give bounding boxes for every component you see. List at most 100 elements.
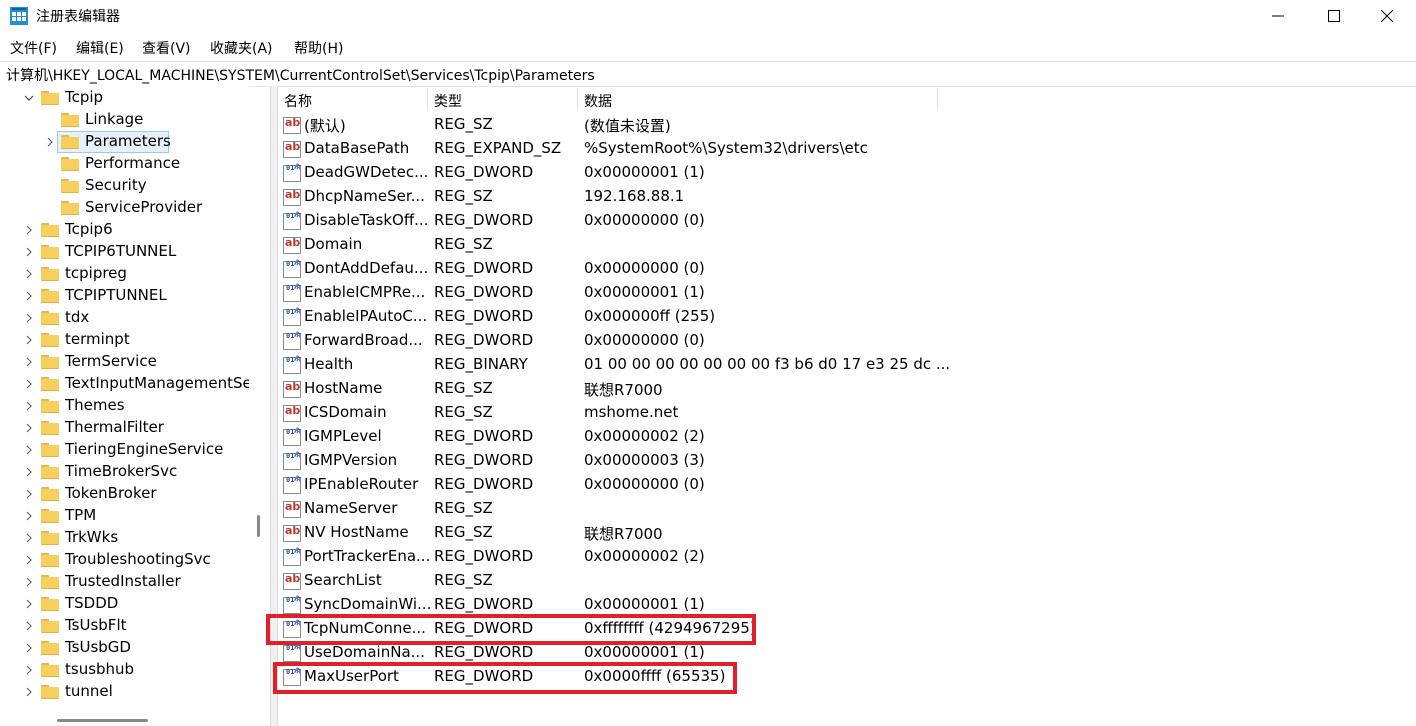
chevron-right-icon[interactable] — [24, 373, 34, 395]
menu-help[interactable]: 帮助(H) — [294, 38, 343, 58]
value-row[interactable]: (默认) REG_SZ (数值未设置) — [277, 113, 1416, 137]
value-row[interactable]: EnableIPAutoC... REG_DWORD 0x000000ff (255… — [277, 305, 1416, 329]
tree-item[interactable]: TermService — [0, 351, 249, 373]
chevron-right-icon[interactable] — [24, 549, 34, 571]
chevron-right-icon[interactable] — [24, 439, 34, 461]
chevron-right-icon[interactable] — [24, 483, 34, 505]
tree-item[interactable]: Parameters — [0, 131, 249, 153]
chevron-right-icon[interactable] — [24, 263, 34, 285]
value-row[interactable]: DeadGWDetec... REG_DWORD 0x00000001 (1) — [277, 161, 1416, 185]
tree-item[interactable]: Themes — [0, 395, 249, 417]
minimize-button[interactable] — [1249, 0, 1307, 32]
tree-item[interactable]: tdx — [0, 307, 249, 329]
value-row[interactable]: SearchList REG_SZ — [277, 569, 1416, 593]
column-divider[interactable] — [937, 88, 938, 110]
value-row[interactable]: HostName REG_SZ 联想R7000 — [277, 377, 1416, 401]
folder-icon — [61, 179, 79, 193]
chevron-right-icon[interactable] — [24, 241, 34, 263]
value-row[interactable]: DisableTaskOff... REG_DWORD 0x00000000 (0) — [277, 209, 1416, 233]
value-type: REG_EXPAND_SZ — [434, 139, 562, 157]
tree-item[interactable]: TsUsbGD — [0, 637, 249, 659]
chevron-right-icon[interactable] — [45, 131, 55, 153]
value-row[interactable]: NV HostName REG_SZ 联想R7000 — [277, 521, 1416, 545]
chevron-right-icon[interactable] — [24, 395, 34, 417]
tree-item[interactable]: tunnel — [0, 681, 249, 703]
value-row[interactable]: DontAddDefau... REG_DWORD 0x00000000 (0) — [277, 257, 1416, 281]
chevron-right-icon[interactable] — [24, 461, 34, 483]
value-data: 0x00000001 (1) — [584, 595, 705, 613]
tree-item[interactable]: TrkWks — [0, 527, 249, 549]
value-row[interactable]: DhcpNameSer... REG_SZ 192.168.88.1 — [277, 185, 1416, 209]
tree-item[interactable]: TokenBroker — [0, 483, 249, 505]
chevron-right-icon[interactable] — [24, 285, 34, 307]
menu-file[interactable]: 文件(F) — [10, 38, 57, 58]
value-row[interactable]: DataBasePath REG_EXPAND_SZ %SystemRoot%\Sy… — [277, 137, 1416, 161]
chevron-right-icon[interactable] — [24, 307, 34, 329]
chevron-right-icon[interactable] — [24, 659, 34, 681]
tree-item[interactable]: TextInputManagementSe — [0, 373, 249, 395]
chevron-right-icon[interactable] — [24, 351, 34, 373]
value-row[interactable]: PortTrackerEna...REG_DWORD 0x00000002 (2) — [277, 545, 1416, 569]
folder-icon — [41, 355, 59, 369]
maximize-button[interactable] — [1305, 0, 1363, 32]
tree-item[interactable]: TsUsbFlt — [0, 615, 249, 637]
tree-item[interactable]: TPM — [0, 505, 249, 527]
tree-item[interactable]: Tcpip — [0, 87, 249, 109]
tree-item[interactable]: TSDDD — [0, 593, 249, 615]
value-row[interactable]: IPEnableRouter REG_DWORD 0x00000000 (0) — [277, 473, 1416, 497]
tree-item[interactable]: TimeBrokerSvc — [0, 461, 249, 483]
tree-item[interactable]: TCPIPTUNNEL — [0, 285, 249, 307]
value-row[interactable]: NameServer REG_SZ — [277, 497, 1416, 521]
tree-item[interactable]: TrustedInstaller — [0, 571, 249, 593]
tree-item[interactable]: Performance — [0, 153, 249, 175]
chevron-right-icon[interactable] — [24, 593, 34, 615]
value-row[interactable]: Health REG_BINARY 01 00 00 00 00 00 00 00 … — [277, 353, 1416, 377]
tree-item[interactable]: terminpt — [0, 329, 249, 351]
tree-item-label: TCPIP6TUNNEL — [65, 242, 177, 260]
value-row[interactable]: EnableICMPRe... REG_DWORD 0x00000001 (1) — [277, 281, 1416, 305]
menu-favorites[interactable]: 收藏夹(A) — [210, 38, 273, 58]
value-row[interactable]: Domain REG_SZ — [277, 233, 1416, 257]
menu-edit[interactable]: 编辑(E) — [76, 38, 124, 58]
tree-item[interactable]: TCPIP6TUNNEL — [0, 241, 249, 263]
folder-icon — [41, 267, 59, 281]
value-data: 0x000000ff (255) — [584, 307, 716, 325]
chevron-right-icon[interactable] — [24, 417, 34, 439]
tree-item[interactable]: tcpipreg — [0, 263, 249, 285]
address-bar[interactable]: 计算机\HKEY_LOCAL_MACHINE\SYSTEM\CurrentCon… — [0, 61, 1416, 87]
close-button[interactable] — [1358, 0, 1416, 32]
tree-item[interactable]: Security — [0, 175, 249, 197]
key-tree[interactable]: Tcpip Linkage Parameters Performance Securit… — [0, 86, 249, 726]
tree-horizontal-scrollbar-thumb[interactable] — [57, 719, 148, 722]
chevron-right-icon[interactable] — [24, 219, 34, 241]
chevron-right-icon[interactable] — [24, 615, 34, 637]
tree-item[interactable]: ServiceProvider — [0, 197, 249, 219]
column-header-type[interactable]: 类型 — [427, 86, 577, 112]
value-row[interactable]: ForwardBroad... REG_DWORD 0x00000000 (0) — [277, 329, 1416, 353]
menu-view[interactable]: 查看(V) — [142, 38, 191, 58]
chevron-right-icon[interactable] — [24, 329, 34, 351]
value-name: ICSDomain — [304, 403, 387, 421]
column-header-name[interactable]: 名称 — [277, 86, 427, 112]
column-name-label: 名称 — [284, 94, 312, 110]
tree-item[interactable]: tsusbhub — [0, 659, 249, 681]
tree-item[interactable]: TroubleshootingSvc — [0, 549, 249, 571]
value-row[interactable]: ICSDomain REG_SZ mshome.net — [277, 401, 1416, 425]
tree-scrollbar-thumb[interactable] — [257, 515, 260, 537]
value-name: EnableICMPRe... — [304, 283, 426, 301]
chevron-right-icon[interactable] — [24, 571, 34, 593]
chevron-right-icon[interactable] — [24, 505, 34, 527]
tree-item[interactable]: Tcpip6 — [0, 219, 249, 241]
value-row[interactable]: IGMPVersion REG_DWORD 0x00000003 (3) — [277, 449, 1416, 473]
chevron-right-icon[interactable] — [24, 527, 34, 549]
value-data: 0x00000003 (3) — [584, 451, 705, 469]
chevron-right-icon[interactable] — [24, 681, 34, 703]
tree-item[interactable]: TieringEngineService — [0, 439, 249, 461]
column-header-data[interactable]: 数据 — [577, 86, 937, 112]
tree-item[interactable]: Linkage — [0, 109, 249, 131]
chevron-right-icon[interactable] — [24, 637, 34, 659]
tree-item[interactable]: ThermalFilter — [0, 417, 249, 439]
chevron-down-icon[interactable] — [24, 87, 34, 109]
value-type: REG_DWORD — [434, 547, 534, 565]
value-row[interactable]: IGMPLevel REG_DWORD 0x00000002 (2) — [277, 425, 1416, 449]
